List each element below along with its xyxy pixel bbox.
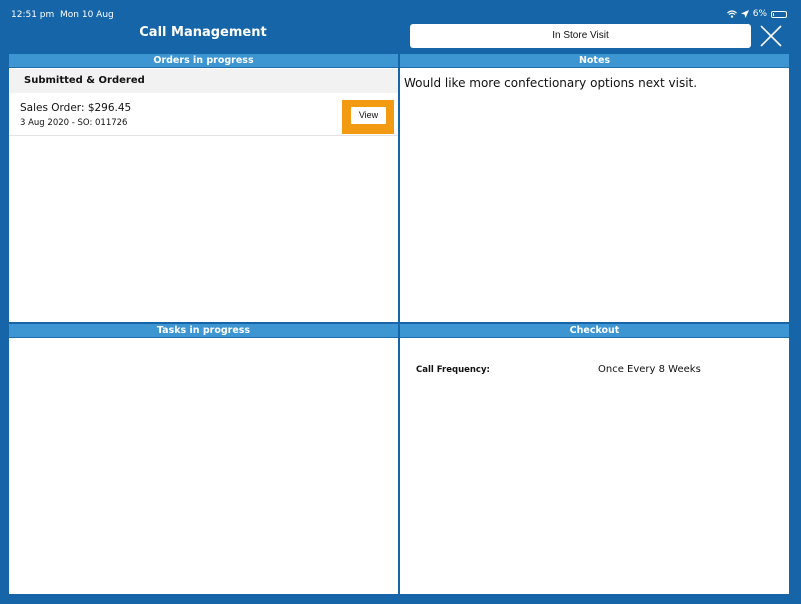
tasks-panel-header: Tasks in progress [9, 324, 398, 338]
call-frequency-label: Call Frequency: [416, 365, 490, 375]
battery-percent: 6% [752, 9, 767, 19]
status-clock: 12:51 pm [11, 10, 55, 20]
notes-panel: Notes Would like more confectionary opti… [400, 54, 789, 322]
view-order-button[interactable]: View [351, 107, 386, 124]
battery-level [773, 12, 774, 16]
call-frequency-value[interactable]: Once Every 8 Weeks [598, 364, 701, 375]
checkout-panel-header: Checkout [400, 324, 789, 338]
view-button-highlight: View [342, 100, 394, 134]
page-title: Call Management [139, 25, 267, 40]
status-time: 12:51 pm Mon 10 Aug [11, 10, 114, 20]
location-arrow-icon [740, 10, 749, 18]
submitted-ordered-heading: Submitted & Ordered [9, 69, 398, 93]
status-date: Mon 10 Aug [60, 10, 114, 20]
app-frame: 12:51 pm Mon 10 Aug 6% Call Management I… [0, 0, 801, 604]
status-indicators: 6% [726, 9, 787, 19]
close-icon[interactable] [759, 24, 783, 48]
visit-type-button[interactable]: In Store Visit [410, 24, 751, 48]
tasks-panel: Tasks in progress [9, 324, 398, 594]
wifi-icon [726, 10, 737, 18]
checkout-panel: Checkout Call Frequency: Once Every 8 We… [400, 324, 789, 594]
order-title: Sales Order: $296.45 [20, 102, 132, 114]
notes-panel-header: Notes [400, 54, 789, 68]
orders-panel: Orders in progress Submitted & Ordered S… [9, 54, 398, 322]
battery-icon [771, 10, 787, 18]
orders-panel-header: Orders in progress [9, 54, 398, 68]
notes-text[interactable]: Would like more confectionary options ne… [404, 76, 697, 90]
status-bar: 12:51 pm Mon 10 Aug 6% [0, 0, 801, 22]
order-row[interactable]: Sales Order: $296.45 3 Aug 2020 - SO: 01… [9, 95, 398, 136]
order-details: 3 Aug 2020 - SO: 011726 [20, 118, 128, 128]
